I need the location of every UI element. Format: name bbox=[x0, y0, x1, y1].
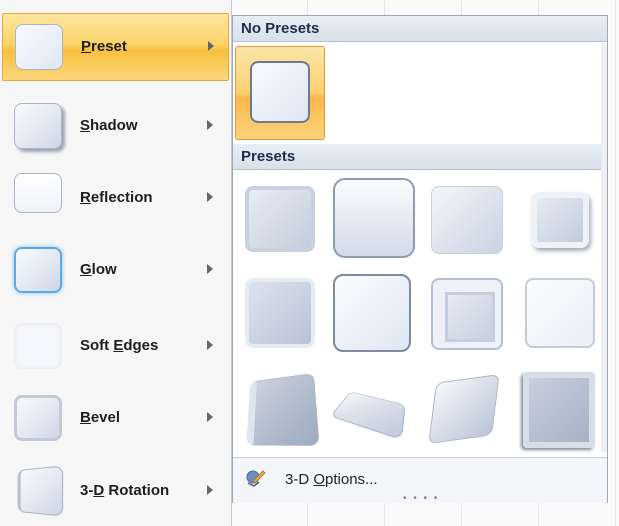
preset-4[interactable] bbox=[531, 192, 589, 248]
menu-label-3d-rotation: 3-D Rotation bbox=[80, 482, 170, 499]
preset-3[interactable] bbox=[431, 186, 503, 254]
menu-label-glow: Glow bbox=[80, 261, 117, 278]
menu-label-soft-edges: Soft Edges bbox=[80, 337, 159, 354]
options-footer: 3-D Options... • • • • bbox=[233, 457, 607, 504]
menu-label-shadow: Shadow bbox=[80, 117, 138, 134]
inner-frame-icon bbox=[445, 292, 495, 342]
presets-header: Presets bbox=[233, 144, 607, 170]
menu-item-reflection[interactable]: Reflection bbox=[2, 165, 229, 233]
menu-label-bevel: Bevel bbox=[80, 409, 121, 426]
preset-12[interactable] bbox=[523, 372, 595, 448]
reflection-thumbnail-icon bbox=[14, 173, 62, 213]
menu-item-3d-rotation[interactable]: 3-D Rotation bbox=[2, 458, 229, 526]
3d-options-icon bbox=[245, 467, 267, 489]
3d-options-link[interactable]: 3-D Options... bbox=[285, 471, 378, 488]
preset-2[interactable] bbox=[333, 178, 415, 258]
menu-item-glow[interactable]: Glow bbox=[2, 237, 229, 305]
menu-item-soft-edges[interactable]: Soft Edges bbox=[2, 313, 229, 381]
submenu-arrow-icon bbox=[207, 412, 213, 422]
picture-effects-menu: Preset Shadow Reflection Glow Soft Edges… bbox=[0, 0, 232, 526]
submenu-arrow-icon bbox=[207, 120, 213, 130]
no-presets-header: No Presets bbox=[233, 16, 607, 42]
menu-item-shadow[interactable]: Shadow bbox=[2, 93, 229, 161]
preset-11[interactable] bbox=[428, 373, 500, 445]
bevel-thumbnail-icon bbox=[14, 395, 62, 441]
no-preset-thumbnail-icon bbox=[250, 61, 310, 123]
menu-item-preset[interactable]: Preset bbox=[2, 13, 229, 81]
shadow-thumbnail-icon bbox=[14, 103, 62, 149]
menu-label-reflection: Reflection bbox=[80, 189, 153, 206]
soft-edges-thumbnail-icon bbox=[14, 323, 62, 369]
menu-item-bevel[interactable]: Bevel bbox=[2, 385, 229, 453]
preset-10[interactable] bbox=[329, 391, 406, 441]
preset-6[interactable] bbox=[333, 274, 411, 352]
preset-gallery-panel: No Presets Presets 3-D Options... • • • … bbox=[232, 15, 608, 504]
submenu-arrow-icon bbox=[207, 192, 213, 202]
3d-rotation-thumbnail-icon bbox=[17, 465, 64, 517]
preset-thumbnail-icon bbox=[15, 24, 63, 70]
no-preset-option[interactable] bbox=[235, 46, 325, 140]
submenu-arrow-icon bbox=[207, 340, 213, 350]
submenu-arrow-icon bbox=[207, 485, 213, 495]
preset-9[interactable] bbox=[246, 372, 320, 446]
glow-thumbnail-icon bbox=[14, 247, 62, 293]
menu-label-preset: Preset bbox=[81, 38, 127, 55]
preset-5[interactable] bbox=[245, 278, 315, 348]
submenu-arrow-icon bbox=[208, 41, 214, 51]
resize-grip-icon[interactable]: • • • • bbox=[403, 494, 439, 504]
submenu-arrow-icon bbox=[207, 264, 213, 274]
preset-8[interactable] bbox=[525, 278, 595, 348]
preset-7[interactable] bbox=[431, 278, 503, 350]
gallery-scrollbar[interactable] bbox=[601, 43, 607, 453]
preset-1[interactable] bbox=[245, 186, 315, 252]
